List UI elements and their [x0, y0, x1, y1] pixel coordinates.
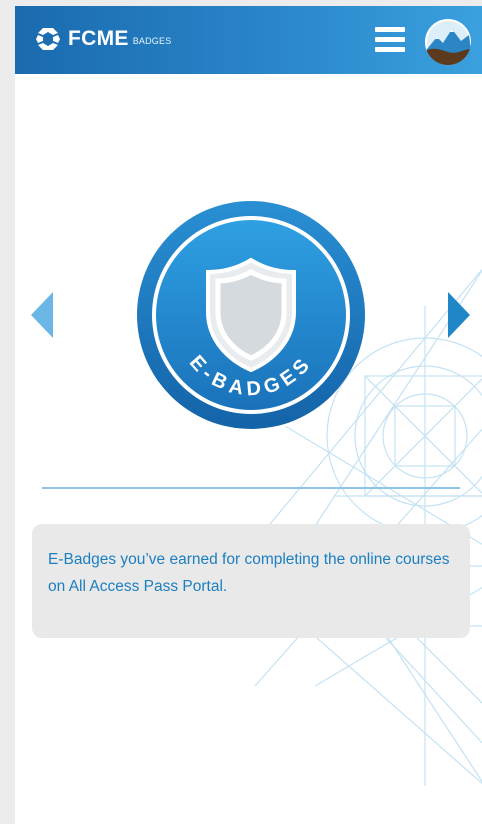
section-divider — [42, 487, 460, 489]
description-card: E-Badges you’ve earned for completing th… — [32, 524, 470, 638]
app-frame: FCME BADGES E-BADGES E-Badges you’ve ear… — [15, 6, 482, 824]
brand-subtitle: BADGES — [132, 36, 172, 46]
fcme-logo-icon — [36, 28, 60, 50]
brand-name: FCME — [68, 27, 129, 50]
chevron-left-icon[interactable] — [31, 292, 53, 338]
description-text: E-Badges you’ve earned for completing th… — [48, 551, 450, 595]
user-avatar[interactable] — [425, 19, 471, 65]
chevron-right-icon[interactable] — [448, 292, 470, 338]
hamburger-menu-icon[interactable] — [375, 27, 405, 53]
mountain-avatar-icon — [425, 19, 471, 65]
brand-logo[interactable]: FCME BADGES — [35, 26, 171, 52]
e-badges-emblem: E-BADGES — [137, 201, 365, 429]
top-header: FCME BADGES — [15, 6, 482, 74]
